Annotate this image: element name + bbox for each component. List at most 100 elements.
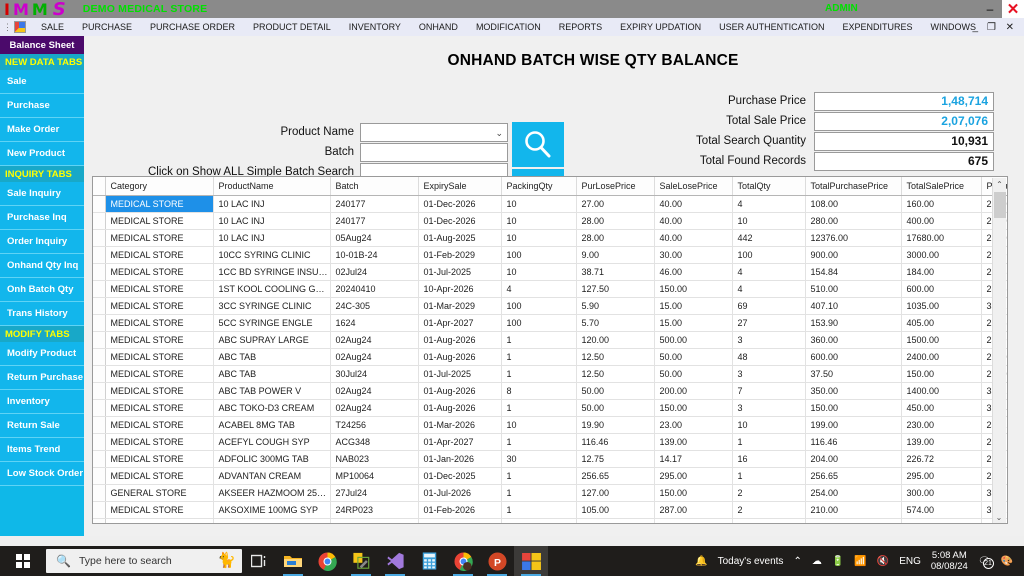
cell-productname[interactable]: 1ST KOOL COOLING GEL PAT... <box>213 280 331 298</box>
menu-item-expenditures[interactable]: EXPENDITURES <box>833 22 921 32</box>
cell-batch[interactable]: T24256 <box>330 416 419 434</box>
cell-category[interactable]: MEDICAL STORE <box>105 467 214 485</box>
cell-packingqty[interactable]: 1 <box>501 433 577 451</box>
cell-purloseprice[interactable]: 256.65 <box>576 467 655 485</box>
cell-batch[interactable]: 240177 <box>330 195 419 213</box>
row-selector-cell[interactable] <box>93 229 106 247</box>
cell-totalpurchaseprice[interactable]: 256.65 <box>805 467 902 485</box>
cell-totalsaleprice[interactable]: 17680.00 <box>901 229 982 247</box>
cell-productname[interactable]: ALDOMET 250MG TAB <box>213 518 331 523</box>
table-row[interactable]: MEDICAL STORE 10 LAC INJ 240177 01-Dec-2026… <box>93 212 1007 230</box>
cell-packingqty[interactable]: 1 <box>501 348 577 366</box>
column-header-batch[interactable]: Batch <box>330 177 419 196</box>
visual-studio-icon[interactable] <box>378 546 412 576</box>
cell-batch[interactable]: CNE049 <box>330 518 419 523</box>
cell-saleloseprice[interactable]: 12.25 <box>654 518 733 523</box>
row-selector-cell[interactable] <box>93 501 106 519</box>
cell-totalsaleprice[interactable]: 600.00 <box>901 280 982 298</box>
cell-expirysale[interactable]: 01-Dec-2025 <box>418 467 502 485</box>
cell-category[interactable]: MEDICAL STORE <box>105 365 214 383</box>
cell-category[interactable]: MEDICAL STORE <box>105 450 214 468</box>
row-selector-cell[interactable] <box>93 365 106 383</box>
cell-category[interactable]: MEDICAL STORE <box>105 263 214 281</box>
cell-purloseprice[interactable]: 19.90 <box>576 416 655 434</box>
chevron-down-icon[interactable]: ⌄ <box>495 128 503 139</box>
cell-purloseprice[interactable]: 116.46 <box>576 433 655 451</box>
cell-batch[interactable]: 02Aug24 <box>330 399 419 417</box>
cell-saleloseprice[interactable]: 15.00 <box>654 297 733 315</box>
cell-totalpurchaseprice[interactable]: 848.00 <box>805 518 902 523</box>
cell-totalsaleprice[interactable]: 1035.00 <box>901 297 982 315</box>
cell-batch[interactable]: 1624 <box>330 314 419 332</box>
table-row[interactable]: MEDICAL STOREALDOMET 250MG TABCNE04901-N… <box>93 518 1007 523</box>
cell-totalsaleprice[interactable]: 980.00 <box>901 518 982 523</box>
cell-productname[interactable]: ABC TAB <box>213 365 331 383</box>
ims-app-icon[interactable] <box>514 546 548 576</box>
cell-expirysale[interactable]: 01-Feb-2029 <box>418 246 502 264</box>
cell-expirysale[interactable]: 01-Mar-2029 <box>418 297 502 315</box>
row-selector-cell[interactable] <box>93 331 106 349</box>
cell-batch[interactable]: 02Aug24 <box>330 348 419 366</box>
menu-item-purchase-order[interactable]: PURCHASE ORDER <box>141 22 244 32</box>
cell-saleloseprice[interactable]: 40.00 <box>654 229 733 247</box>
cell-totalpurchaseprice[interactable]: 150.00 <box>805 399 902 417</box>
table-row[interactable]: MEDICAL STORE ABC SUPRAY LARGE 02Aug24 01-A… <box>93 331 1007 349</box>
cell-expirysale[interactable]: 01-Jan-2026 <box>418 450 502 468</box>
cell-expirysale[interactable]: 01-Apr-2027 <box>418 433 502 451</box>
cell-totalqty[interactable]: 442 <box>732 229 806 247</box>
cell-saleloseprice[interactable]: 50.00 <box>654 365 733 383</box>
scroll-down-icon[interactable]: ⌄ <box>993 511 1005 523</box>
cell-totalqty[interactable]: 2 <box>732 484 806 502</box>
cell-purloseprice[interactable]: 28.00 <box>576 212 655 230</box>
cell-category[interactable]: MEDICAL STORE <box>105 399 214 417</box>
sidebar-item-onhand-qty-inq[interactable]: Onhand Qty Inq <box>0 254 84 278</box>
cell-totalqty[interactable]: 4 <box>732 195 806 213</box>
cell-category[interactable]: GENERAL STORE <box>105 484 214 502</box>
cell-packingqty[interactable]: 100 <box>501 246 577 264</box>
cell-productname[interactable]: ABC TAB POWER V <box>213 382 331 400</box>
cell-batch[interactable]: ACG348 <box>330 433 419 451</box>
cell-saleloseprice[interactable]: 150.00 <box>654 399 733 417</box>
tray-expand-chevron-icon[interactable]: ⌃ <box>793 556 801 567</box>
table-row[interactable]: MEDICAL STORE ADVANTAN CREAM MP10064 01-Dec… <box>93 467 1007 485</box>
row-selector-cell[interactable] <box>93 467 106 485</box>
cell-totalqty[interactable]: 100 <box>732 246 806 264</box>
cell-productname[interactable]: ABC SUPRAY LARGE <box>213 331 331 349</box>
cell-totalsaleprice[interactable]: 184.00 <box>901 263 982 281</box>
cell-saleloseprice[interactable]: 23.00 <box>654 416 733 434</box>
sidebar-item-inventory[interactable]: Inventory <box>0 390 84 414</box>
cell-category[interactable]: MEDICAL STORE <box>105 382 214 400</box>
cell-batch[interactable]: 05Aug24 <box>330 229 419 247</box>
cell-saleloseprice[interactable]: 200.00 <box>654 382 733 400</box>
titlebar-minimize-button[interactable]: – <box>980 0 1000 18</box>
cell-productname[interactable]: AKSOXIME 100MG SYP <box>213 501 331 519</box>
cell-saleloseprice[interactable]: 46.00 <box>654 263 733 281</box>
sidebar-item-purchase[interactable]: Purchase <box>0 94 84 118</box>
powerpoint-icon[interactable]: P <box>480 546 514 576</box>
cell-saleloseprice[interactable]: 139.00 <box>654 433 733 451</box>
scroll-up-icon[interactable]: ⌃ <box>993 178 1006 191</box>
cell-expirysale[interactable]: 01-Aug-2026 <box>418 399 502 417</box>
cell-saleloseprice[interactable]: 295.00 <box>654 467 733 485</box>
cell-purloseprice[interactable]: 12.75 <box>576 450 655 468</box>
cell-packingqty[interactable]: 100 <box>501 314 577 332</box>
cell-totalqty[interactable]: 1 <box>732 433 806 451</box>
cell-totalpurchaseprice[interactable]: 154.84 <box>805 263 902 281</box>
cell-expirysale[interactable]: 01-Jul-2026 <box>418 484 502 502</box>
mdi-minimize-button[interactable]: _ <box>972 22 978 33</box>
sidebar-item-new-product[interactable]: New Product <box>0 142 84 166</box>
cell-totalsaleprice[interactable]: 1400.00 <box>901 382 982 400</box>
sidebar-item-balance-sheet[interactable]: Balance Sheet <box>0 36 84 54</box>
sidebar-item-low-stock-order[interactable]: Low Stock Order <box>0 462 84 486</box>
cell-totalpurchaseprice[interactable]: 204.00 <box>805 450 902 468</box>
cell-expirysale[interactable]: 01-Dec-2026 <box>418 212 502 230</box>
table-row[interactable]: MEDICAL STORE ABC TOKO-D3 CREAM 02Aug24 01-… <box>93 399 1007 417</box>
cell-category[interactable]: MEDICAL STORE <box>105 518 214 523</box>
cell-productname[interactable]: 10CC SYRING CLINIC <box>213 246 331 264</box>
cell-saleloseprice[interactable]: 287.00 <box>654 501 733 519</box>
language-indicator[interactable]: ENG <box>899 556 921 567</box>
sidebar-item-onh-batch-qty[interactable]: Onh Batch Qty <box>0 278 84 302</box>
onhand-batch-grid[interactable]: Category ProductName Batch ExpirySale Pa… <box>92 176 1008 524</box>
cell-totalqty[interactable]: 27 <box>732 314 806 332</box>
cell-packingqty[interactable]: 30 <box>501 450 577 468</box>
